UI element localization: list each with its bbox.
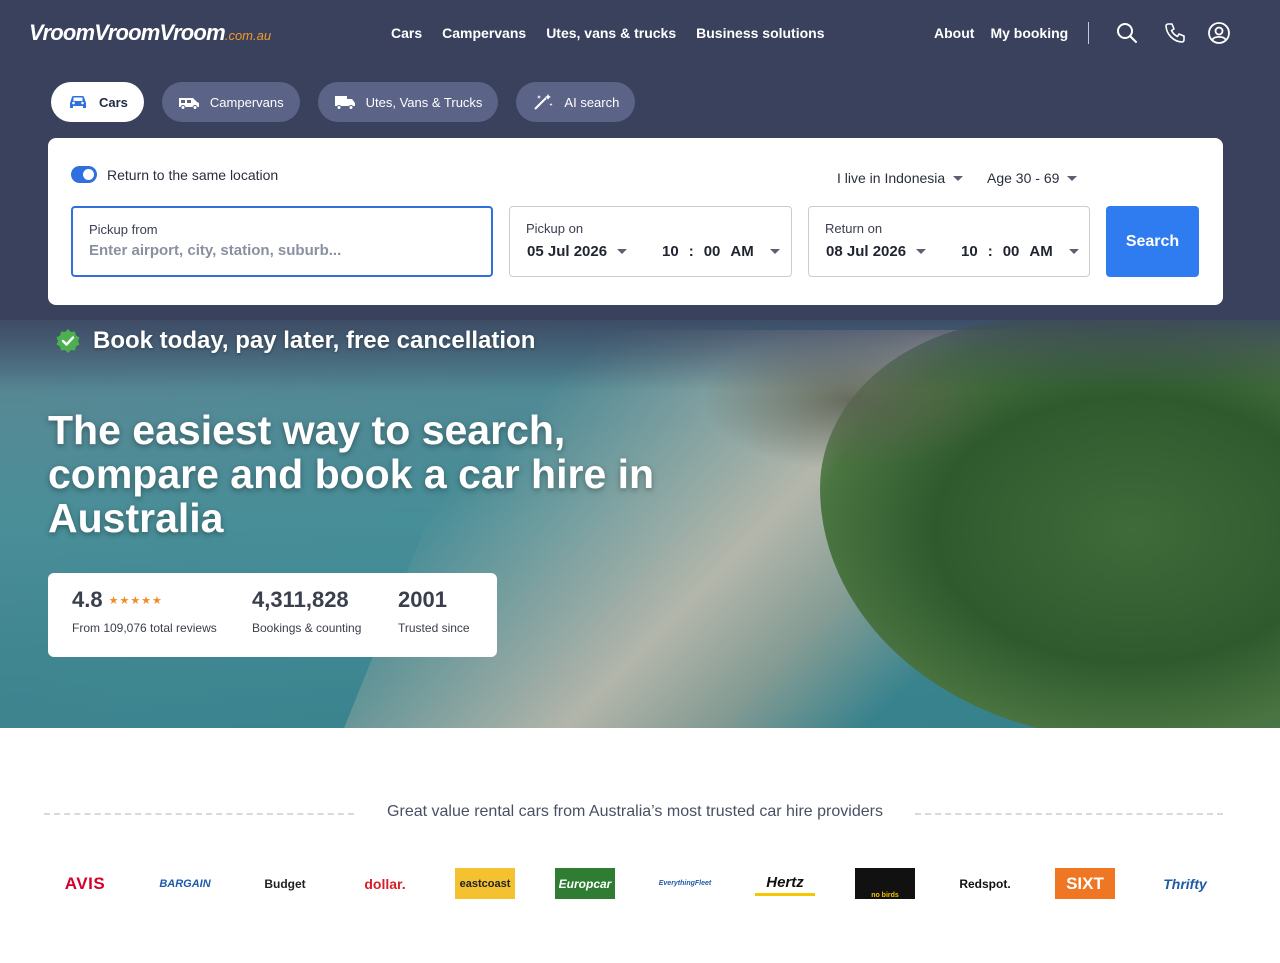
nav-business-solutions[interactable]: Business solutions: [696, 25, 824, 41]
return-time-select[interactable]: 10 : 00 AM: [961, 243, 1079, 260]
car-icon: [70, 96, 86, 108]
truck-icon: [334, 96, 355, 110]
pickup-date-select[interactable]: 05 Jul 2026: [527, 243, 628, 260]
pickup-date-field: Pickup on 05 Jul 2026 10 : 00 AM: [509, 206, 792, 277]
tab-campervans[interactable]: Campervans: [161, 82, 300, 122]
since-label: Trusted since: [398, 621, 470, 635]
chevron-down-icon: [1067, 175, 1078, 181]
promo-text: Book today, pay later, free cancellation: [93, 327, 536, 354]
search-icon[interactable]: [1115, 21, 1139, 45]
pickup-time-select[interactable]: 10 : 00 AM: [662, 243, 780, 260]
rating-value: 4.8: [72, 587, 103, 612]
magic-wand-icon: [534, 94, 553, 110]
pickup-date-value: 05 Jul 2026: [527, 243, 608, 260]
return-minute: 00: [1002, 243, 1020, 260]
return-date-select[interactable]: 08 Jul 2026: [826, 243, 927, 260]
nav-my-booking[interactable]: My booking: [990, 25, 1068, 41]
nobirds-logo[interactable]: no birds: [855, 868, 915, 899]
promo-banner: Book today, pay later, free cancellation: [55, 327, 535, 355]
time-separator: :: [987, 243, 993, 260]
provider-logos: AVIS BARGAIN Budget dollar. eastcoast Eu…: [55, 868, 1215, 900]
chevron-down-icon: [617, 249, 628, 254]
site-logo[interactable]: VroomVroomVroom.com.au: [29, 20, 271, 46]
return-on-label: Return on: [825, 221, 883, 236]
search-button[interactable]: Search: [1106, 206, 1199, 277]
tab-utes-vans-trucks[interactable]: Utes, Vans & Trucks: [317, 82, 499, 122]
time-separator: :: [688, 243, 694, 260]
bookings-label: Bookings & counting: [252, 621, 362, 635]
nav-campervans[interactable]: Campervans: [442, 25, 526, 41]
pickup-ampm: AM: [730, 243, 754, 260]
everythingfleet-logo[interactable]: EverythingFleet: [655, 868, 715, 899]
bookings-value: 4,311,828: [252, 587, 349, 612]
sixt-logo[interactable]: SIXT: [1055, 868, 1115, 899]
pickup-minute: 00: [703, 243, 721, 260]
age-value: Age 30 - 69: [987, 170, 1060, 186]
pickup-location-field[interactable]: Pickup from: [71, 206, 493, 277]
rating-stat: 4.8 ★★★★★ From 109,076 total reviews: [72, 587, 217, 635]
rating-label: From 109,076 total reviews: [72, 621, 217, 635]
secondary-nav: About My booking: [934, 25, 1068, 41]
return-date-field: Return on 08 Jul 2026 10 : 00 AM: [808, 206, 1090, 277]
search-form: Return to the same location I live in In…: [48, 138, 1223, 305]
vehicle-tabs: Cars Campervans Utes, Vans & Trucks AI s…: [51, 82, 636, 122]
tab-cars-label: Cars: [99, 94, 128, 110]
chevron-down-icon: [916, 249, 927, 254]
budget-logo[interactable]: Budget: [255, 868, 315, 899]
hero-headline: The easiest way to search, compare and b…: [48, 407, 655, 541]
tab-cars[interactable]: Cars: [51, 82, 144, 122]
nav-cars[interactable]: Cars: [391, 25, 422, 41]
logo-main: VroomVroomVroom: [29, 20, 226, 45]
tab-campervans-label: Campervans: [209, 94, 284, 110]
age-dropdown[interactable]: Age 30 - 69: [987, 170, 1078, 186]
main-nav: Cars Campervans Utes, vans & trucks Busi…: [391, 25, 825, 41]
eastcoast-logo[interactable]: eastcoast: [455, 868, 515, 899]
star-rating-icon: ★★★★★: [108, 594, 163, 607]
redspot-logo[interactable]: Redspot.: [955, 868, 1015, 899]
pickup-from-label: Pickup from: [89, 222, 158, 237]
logo-suffix: .com.au: [224, 28, 272, 43]
avis-logo[interactable]: AVIS: [55, 868, 115, 899]
dollar-logo[interactable]: dollar.: [355, 868, 415, 899]
nav-about[interactable]: About: [934, 25, 974, 41]
nav-utes-vans-trucks[interactable]: Utes, vans & trucks: [546, 25, 676, 41]
verified-check-icon: [56, 329, 80, 353]
chevron-down-icon: [1068, 249, 1079, 254]
europcar-logo[interactable]: Europcar: [555, 868, 615, 899]
campervan-icon: [178, 98, 199, 110]
return-date-value: 08 Jul 2026: [826, 243, 907, 260]
bookings-stat: 4,311,828 Bookings & counting: [252, 587, 361, 635]
phone-icon[interactable]: [1163, 21, 1187, 45]
account-icon[interactable]: [1207, 21, 1231, 45]
same-location-label: Return to the same location: [107, 167, 279, 183]
tab-ai-search[interactable]: AI search: [516, 82, 636, 122]
bargain-logo[interactable]: BARGAIN: [155, 868, 215, 899]
providers-title: Great value rental cars from Australia’s…: [387, 803, 883, 820]
residence-dropdown[interactable]: I live in Indonesia: [837, 170, 964, 186]
residence-value: I live in Indonesia: [837, 170, 946, 186]
trust-stats: 4.8 ★★★★★ From 109,076 total reviews 4,31…: [48, 573, 497, 657]
tab-utes-label: Utes, Vans & Trucks: [365, 94, 483, 110]
return-ampm: AM: [1029, 243, 1053, 260]
same-location-toggle[interactable]: [71, 166, 97, 183]
tab-ai-search-label: AI search: [564, 94, 620, 110]
return-hour: 10: [961, 243, 978, 260]
pickup-location-input[interactable]: [89, 242, 469, 259]
hertz-logo[interactable]: Hertz: [755, 872, 815, 896]
pickup-on-label: Pickup on: [526, 221, 584, 236]
chevron-down-icon: [953, 175, 964, 181]
since-value: 2001: [398, 587, 447, 612]
pickup-hour: 10: [662, 243, 679, 260]
chevron-down-icon: [769, 249, 780, 254]
thrifty-logo[interactable]: Thrifty: [1155, 868, 1215, 899]
since-stat: 2001 Trusted since: [398, 587, 470, 635]
nav-divider: [1088, 22, 1089, 44]
